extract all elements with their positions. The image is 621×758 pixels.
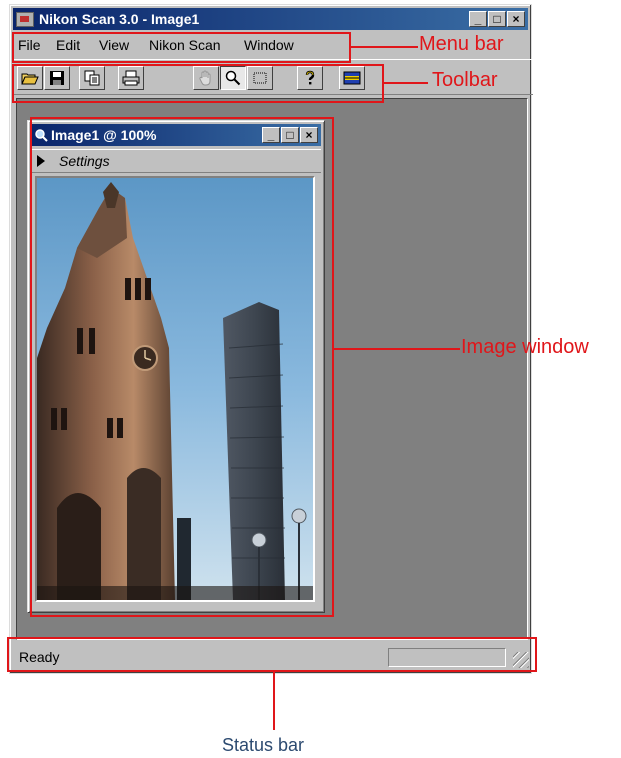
minimize-button[interactable]: _ bbox=[469, 11, 487, 27]
caption-buttons: _ □ × bbox=[468, 11, 525, 27]
maximize-button[interactable]: □ bbox=[488, 11, 506, 27]
toolbar-leader-line bbox=[384, 82, 428, 84]
image-window-annotation: Image window bbox=[461, 336, 589, 358]
toolbar-highlight bbox=[12, 64, 384, 103]
app-icon[interactable] bbox=[16, 12, 34, 27]
status-bar-annotation: Status bar bbox=[222, 735, 305, 755]
image-window-highlight bbox=[30, 117, 334, 617]
toolbar-annotation: Toolbar bbox=[432, 69, 498, 91]
title-bar[interactable]: Nikon Scan 3.0 - Image1 _ □ × bbox=[13, 8, 528, 30]
menu-bar-annotation: Menu bar bbox=[419, 33, 504, 55]
menu-bar-highlight bbox=[12, 32, 351, 63]
window-title: Nikon Scan 3.0 - Image1 bbox=[39, 11, 200, 27]
menu-bar-leader-line bbox=[351, 46, 418, 48]
close-button[interactable]: × bbox=[507, 11, 525, 27]
image-window-leader-line bbox=[334, 348, 460, 350]
status-bar-highlight bbox=[7, 637, 537, 672]
status-bar-leader-line bbox=[273, 672, 275, 730]
